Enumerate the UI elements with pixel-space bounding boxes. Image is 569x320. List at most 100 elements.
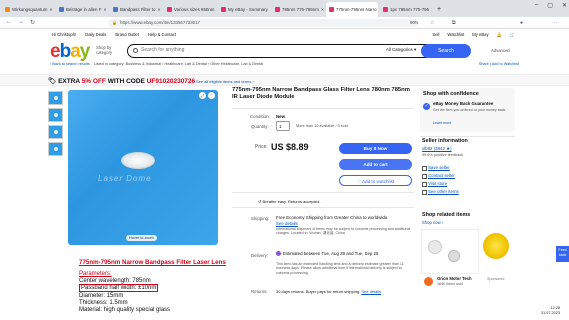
shop-now-link[interactable]: Shop now › [422,220,443,225]
close-icon[interactable]: ✕ [377,7,378,12]
param-line: Passband half width: ±10nm [79,284,159,293]
tab-favicon-icon [275,7,280,12]
tab-favicon-icon [59,7,64,12]
browser-tab-bar: Wirkungsquantum ✕ Beiträge in allen F ✕ Ba… [0,0,569,17]
menu-icon[interactable]: ⋯ [552,20,557,26]
seller-name-link[interactable]: xlb92 (3842 ★) [422,146,452,152]
back-to-results-link[interactable]: ‹ Back to search results [50,62,90,66]
close-icon[interactable]: ✕ [214,7,216,12]
reload-icon[interactable]: ↻ [30,19,35,26]
watchlist-link[interactable]: Watchlist [447,32,464,38]
browser-tab-active[interactable]: 775nm-795nm Narro✕ [326,2,378,17]
delivery-note: This item has an extended handling time … [276,262,404,275]
guarantee-heading: eBay Money Back Guarantee [433,101,494,106]
tab-favicon-icon [167,7,172,12]
browser-tab[interactable]: 785nm 775-795nm ✕ [272,2,324,17]
divider [232,192,414,193]
confidence-title: Shop with confidence [423,91,479,97]
browser-tab[interactable]: Wirkungsquantum ✕ [2,2,54,17]
image-thumbnail[interactable] [48,108,63,122]
check-icon: ↺ [258,199,262,204]
sponsored-label: Sponsored [487,277,505,281]
forward-arrow-icon[interactable]: → [18,19,24,25]
url-field[interactable]: 🔒 https://www.ebay.com/itm/133567733017 [108,19,418,27]
my-ebay-link[interactable]: My eBay [472,32,488,38]
delivery-value: Estimated between Tue, Aug 29 and Tue, S… [276,251,411,257]
bell-icon[interactable]: 🔔 [497,32,502,38]
description-heading: 775nm-795nm Narrow Bandpass Filter Laser… [79,259,226,266]
advanced-search-link[interactable]: Advanced [491,48,510,53]
browser-tab[interactable]: 1pc 785nm 775-795✕ [380,2,432,17]
cart-icon[interactable]: 🛒 [510,32,515,38]
close-icon[interactable]: ✕ [47,7,52,12]
category-breadcrumb[interactable]: Listed in category: Business & Industria… [94,62,263,66]
close-icon[interactable]: ✕ [155,7,160,12]
tag-icon: 🏷 [48,78,57,85]
availability-text: More than 10 available / 5 sold [296,124,348,128]
main-product-image[interactable]: Laser Dome Hover to zoom [68,90,218,245]
maximize-button[interactable]: ▢ [547,2,553,9]
browser-tab[interactable]: Various sizes 850nm✕ [164,2,216,17]
close-icon[interactable]: ✕ [268,7,271,12]
image-thumbnail[interactable] [48,91,63,105]
search-input[interactable] [141,47,321,53]
seller-title: Seller information [422,138,468,144]
category-select[interactable]: All Categories ▾ [386,47,416,53]
sell-link[interactable]: Sell [432,32,439,38]
delivery-label: Delivery: [251,253,269,258]
description-params: Parameters: Center wavelength: 785nm Pas… [79,271,170,314]
help-contact-link[interactable]: Help & Contact [148,32,176,37]
top-links: Hi Christoph! Daily Deals Brand Outlet H… [52,32,176,37]
param-line: Diameter: 15mm [79,292,124,299]
returns-accepted-note: ↺ Breathe easy. Returns accepted. [258,199,321,204]
tab-favicon-icon [383,7,388,12]
add-to-cart-button[interactable]: Add to cart [339,159,412,170]
extensions-icon[interactable]: ⧉ [452,20,456,26]
related-seller-name[interactable]: Orion Motor Tech [437,276,472,281]
daily-deals-link[interactable]: Daily Deals [85,32,106,37]
returns-details-link[interactable]: See details [361,289,381,294]
brand-outlet-link[interactable]: Brand Outlet [115,32,139,37]
quantity-input[interactable]: 1 [276,121,290,131]
star-icon[interactable]: ☆ [430,20,434,26]
related-item-image[interactable] [421,229,479,274]
close-icon[interactable]: ✕ [319,7,324,12]
search-button[interactable]: Search [421,44,471,58]
minimize-button[interactable]: – [535,2,538,9]
share-watchlist-links[interactable]: Share | Add to Watchlist [479,62,519,66]
see-other-items-link[interactable]: See other items [422,189,459,195]
contact-seller-link[interactable]: Contact seller [422,173,455,179]
window-controls: – ▢ ✕ [535,2,567,9]
related-item-image[interactable] [481,229,524,274]
shop-by-category[interactable]: Shop by category [96,45,124,55]
expand-icon[interactable]: ⤢ [199,92,206,99]
back-arrow-icon[interactable]: ← [6,19,12,25]
close-icon[interactable]: ✕ [101,7,106,12]
browser-tab[interactable]: My eBay - Summary✕ [218,2,270,17]
browser-tab[interactable]: Beiträge in allen F ✕ [56,2,108,17]
close-window-button[interactable]: ✕ [562,2,567,9]
ebay-logo[interactable]: ebay [50,41,90,63]
hover-to-zoom-hint: Hover to zoom [126,235,157,241]
zoom-level[interactable]: 90% [410,20,418,25]
profile-icon[interactable]: ● [520,20,523,26]
image-thumbnail[interactable] [48,142,63,156]
image-thumbnail[interactable] [48,125,63,139]
item-title: 775nm-795nm Narrow Bandpass Glass Filter… [232,87,410,100]
greeting[interactable]: Hi Christoph! [52,32,76,37]
heart-icon[interactable]: ♡ [208,92,215,99]
condition-label: Condition: [250,114,270,119]
top-right-links: Sell Watchlist My eBay 🔔 🛒 [432,32,515,38]
learn-more-link[interactable]: Learn more [433,121,451,125]
shipping-details-link[interactable]: See details [276,221,298,226]
close-icon[interactable]: ✕ [429,7,432,12]
new-tab-button[interactable]: + [434,2,444,17]
feedback-button[interactable]: Feed back [556,246,569,262]
promo-terms-link[interactable]: See all eligible items and terms › [196,79,254,84]
browser-tab[interactable]: Bandpass Filter to ✕ [110,2,162,17]
visit-store-link[interactable]: Visit store [421,181,447,187]
save-seller-link[interactable]: Save seller [422,165,450,171]
tab-favicon-icon [329,7,334,12]
buy-it-now-button[interactable]: Buy It Now [339,143,412,154]
add-to-watchlist-button[interactable]: ♡ Add to watchlist [339,175,412,186]
